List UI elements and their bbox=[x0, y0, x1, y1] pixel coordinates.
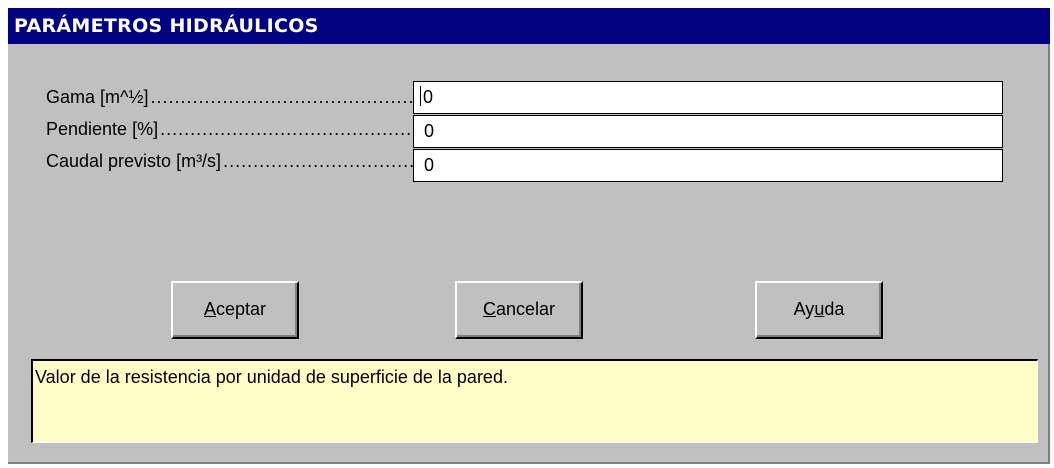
help-text-panel: Valor de la resistencia por unidad de su… bbox=[31, 359, 1038, 443]
gama-input[interactable]: 0 bbox=[413, 81, 1003, 114]
accept-button[interactable]: Aceptar bbox=[171, 281, 299, 339]
dialog-title: PARÁMETROS HIDRÁULICOS bbox=[8, 8, 1050, 44]
hydraulic-parameters-dialog: PARÁMETROS HIDRÁULICOS Gama [m^½].......… bbox=[8, 8, 1050, 464]
text-caret bbox=[420, 86, 421, 106]
field-label-gama: Gama [m^½]..............................… bbox=[46, 87, 416, 107]
field-label-caudal: Caudal previsto [m³/s]..................… bbox=[46, 151, 416, 171]
field-label-pendiente: Pendiente [%]...........................… bbox=[46, 119, 416, 139]
pendiente-input[interactable]: 0 bbox=[413, 115, 1003, 148]
help-text: Valor de la resistencia por unidad de su… bbox=[35, 367, 508, 387]
help-button[interactable]: Ayuda bbox=[755, 281, 883, 339]
caudal-input[interactable]: 0 bbox=[413, 149, 1003, 182]
cancel-button[interactable]: Cancelar bbox=[455, 281, 583, 339]
